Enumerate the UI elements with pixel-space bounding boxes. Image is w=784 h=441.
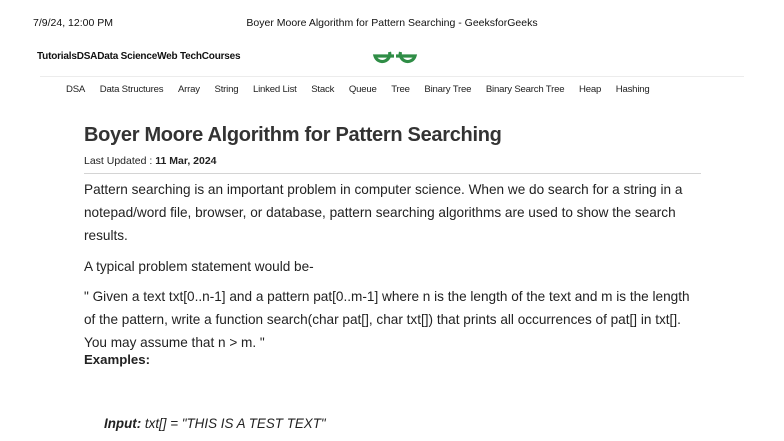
category-hashing[interactable]: Hashing [616,84,650,95]
example-input: Input: txt[] = "THIS IS A TEST TEXT" [104,416,326,431]
example-input-value: txt[] = "THIS IS A TEST TEXT" [141,416,326,431]
last-updated-date: 11 Mar, 2024 [155,155,217,167]
print-page-title: Boyer Moore Algorithm for Pattern Search… [246,17,538,29]
article: Boyer Moore Algorithm for Pattern Search… [84,124,704,367]
last-updated-label: Last Updated : [84,155,156,167]
category-nav: DSA Data Structures Array String Linked List… [66,84,664,95]
last-updated: Last Updated : 11 Mar, 2024 [84,155,704,167]
category-string[interactable]: String [215,84,239,95]
top-nav-courses[interactable]: Courses [202,51,241,62]
top-bar-divider [40,76,744,77]
top-nav-data-science[interactable]: Data Science [97,51,157,62]
category-data-structures[interactable]: Data Structures [100,84,164,95]
top-nav-web-tech[interactable]: Web Tech [157,51,202,62]
category-dsa[interactable]: DSA [66,84,85,95]
print-header: 7/9/24, 12:00 PM Boyer Moore Algorithm f… [0,17,784,33]
top-nav-dsa[interactable]: DSA [77,51,98,62]
problem-statement-paragraph: " Given a text txt[0..n-1] and a pattern… [84,289,690,350]
top-nav-tutorials[interactable]: Tutorials [37,51,77,62]
category-tree[interactable]: Tree [391,84,410,95]
title-divider [84,173,701,174]
category-stack[interactable]: Stack [311,84,334,95]
category-binary-search-tree[interactable]: Binary Search Tree [486,84,565,95]
problem-intro-paragraph: A typical problem statement would be- [84,259,314,274]
category-queue[interactable]: Queue [349,84,377,95]
top-bar: Tutorials DSA Data Science Web Tech Cour… [37,49,754,69]
article-title: Boyer Moore Algorithm for Pattern Search… [84,124,502,146]
category-linked-list[interactable]: Linked List [253,84,297,95]
category-heap[interactable]: Heap [579,84,601,95]
examples-heading: Examples: [84,352,150,367]
gfg-logo[interactable] [370,45,420,67]
top-nav: Tutorials DSA Data Science Web Tech Cour… [37,51,241,62]
example-input-label: Input: [104,416,142,431]
intro-paragraph: Pattern searching is an important proble… [84,182,683,243]
category-binary-tree[interactable]: Binary Tree [424,84,471,95]
category-array[interactable]: Array [178,84,200,95]
